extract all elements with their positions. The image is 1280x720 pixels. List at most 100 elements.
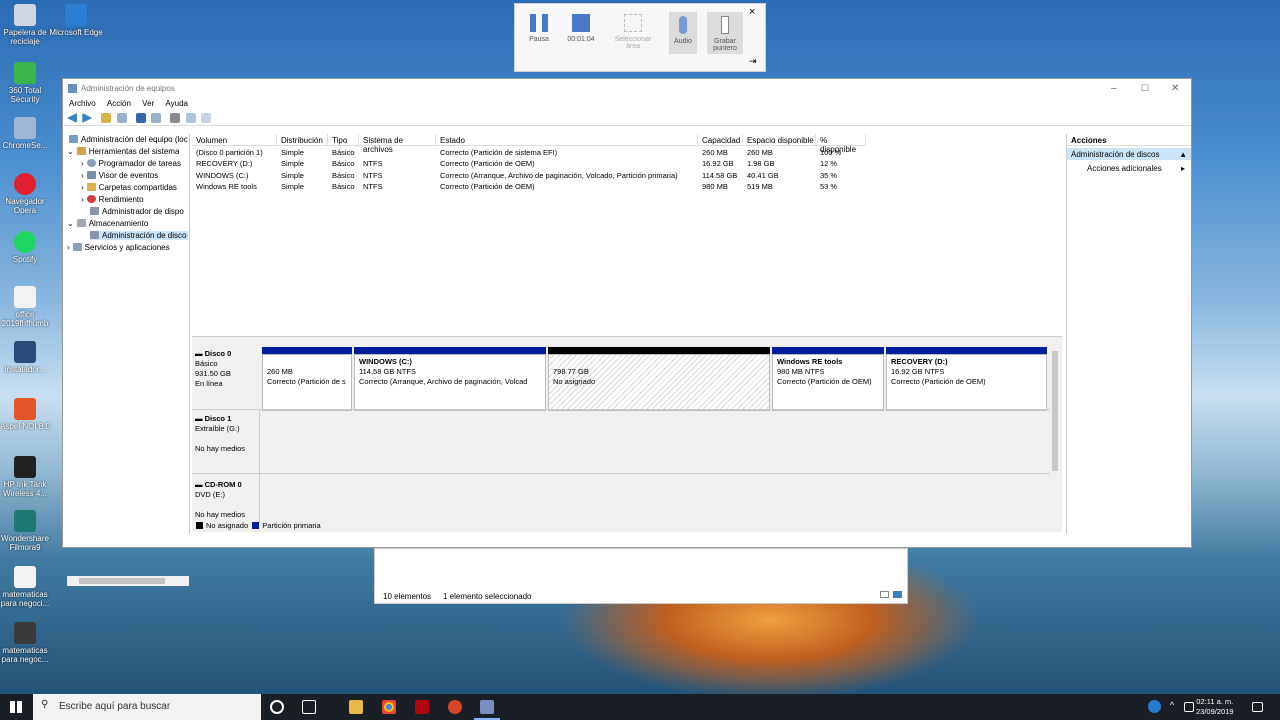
windows-start-icon[interactable] [10, 701, 22, 713]
tree-root[interactable]: Administración del equipo (loc [69, 135, 188, 144]
chevron-up-icon[interactable]: ^ [1170, 700, 1174, 710]
tiles-view-icon[interactable] [893, 591, 902, 598]
chevron-right-icon[interactable]: ▸ [1181, 164, 1185, 173]
record-pointer-toggle[interactable]: Grabar puntero [707, 12, 743, 54]
help-tray-icon[interactable] [1148, 700, 1161, 713]
pause-button[interactable]: Pausa [519, 14, 559, 43]
shortcut-icon[interactable]: matematicas para negoc... [0, 622, 56, 664]
forward-icon[interactable] [82, 113, 93, 123]
up-folder-icon[interactable] [101, 113, 112, 123]
maximize-icon[interactable]: ☐ [1141, 83, 1149, 94]
connect-icon[interactable] [170, 113, 181, 123]
chrome-setup-icon[interactable]: ChromeSe... [0, 117, 56, 150]
table-row[interactable]: Windows RE tools Simple Básico NTFS Correcto… [192, 182, 1062, 193]
details-view-icon[interactable] [880, 591, 889, 598]
col-espacio[interactable]: Espacio disponible [743, 134, 816, 146]
desktop-icon-label: Wondershare Filmora9 [1, 534, 49, 552]
partition-recovery[interactable]: RECOVERY (D:) 16.92 GB NTFS Correcto (Part… [886, 354, 1047, 411]
menu-ayuda[interactable]: Ayuda [165, 99, 188, 108]
back-icon[interactable] [67, 113, 77, 123]
filmora-icon[interactable]: Wondershare Filmora9 [0, 510, 56, 552]
file-icon[interactable]: matematicas para negoci... [0, 566, 56, 608]
col-distribucion[interactable]: Distribución [277, 134, 328, 146]
table-row[interactable]: RECOVERY (D:) Simple Básico NTFS Correcto (P… [192, 159, 1062, 170]
tree-services[interactable]: › Servicios y aplicaciones [67, 243, 170, 252]
tree-device-manager[interactable]: Administrador de dispo [90, 207, 184, 216]
chevron-right-icon[interactable]: › [81, 183, 84, 192]
col-sistema[interactable]: Sistema de archivos [359, 134, 436, 154]
scroll-thumb[interactable] [79, 578, 165, 584]
spotify-icon[interactable]: Spotify [0, 231, 56, 264]
properties-icon[interactable] [200, 113, 211, 123]
partition-efi[interactable]: 260 MB Correcto (Partición de s [262, 354, 352, 411]
expand-icon[interactable]: ⌄ [67, 219, 74, 228]
more-actions[interactable]: Acciones adicionales ▸ [1067, 162, 1191, 174]
check-icon[interactable] [185, 113, 196, 123]
select-area-button[interactable]: Seleccionar área [613, 14, 653, 50]
menu-ver[interactable]: Ver [142, 99, 154, 108]
unallocated-space[interactable]: 798.77 GB No asignado [548, 354, 770, 411]
chrome-icon[interactable] [382, 700, 396, 714]
cortana-icon[interactable] [270, 700, 284, 714]
edge-icon[interactable]: Microsoft Edge [45, 4, 107, 37]
partition-windows[interactable]: WINDOWS (C:) 114.58 GB NTFS Correcto (Arra… [354, 354, 546, 411]
search-box[interactable]: ⚲ Escribe aquí para buscar [33, 694, 261, 720]
close-icon[interactable]: × [749, 6, 755, 18]
chevron-right-icon[interactable]: › [67, 243, 70, 252]
chevron-right-icon[interactable]: › [81, 171, 84, 180]
menu-archivo[interactable]: Archivo [69, 99, 96, 108]
tree-event-viewer[interactable]: › Visor de eventos [81, 171, 158, 180]
hp-printer-icon[interactable]: HP Ink Tank Wireless 4... [0, 456, 56, 498]
disk-scrollbar[interactable] [1050, 339, 1060, 521]
col-estado[interactable]: Estado [436, 134, 698, 146]
console-tree-icon[interactable] [116, 113, 127, 123]
scroll-thumb[interactable] [1052, 351, 1058, 471]
tree-shared-folders[interactable]: › Carpetas compartidas [81, 183, 177, 192]
computer-management-taskbar-icon[interactable] [480, 700, 494, 714]
partition-re-tools[interactable]: Windows RE tools 980 MB NTFS Correcto (Par… [772, 354, 884, 411]
col-volumen[interactable]: Volumen [192, 134, 277, 146]
help-icon[interactable] [135, 113, 146, 123]
aspel-icon[interactable]: Aspel NOI 8.0 [0, 398, 56, 431]
stop-button[interactable]: 00:01:04 [561, 14, 601, 43]
network-icon[interactable] [1184, 702, 1194, 712]
360-security-icon[interactable]: 360 Total Security [0, 62, 56, 104]
table-row[interactable]: (Disco 0 partición 1) Simple Básico Correct… [192, 148, 1062, 159]
tree-task-scheduler[interactable]: › Programador de tareas [81, 159, 181, 168]
file-icon[interactable]: office 2019fhfhumb [0, 286, 56, 328]
menu-accion[interactable]: Acción [107, 99, 131, 108]
disk1-label[interactable]: ▬ Disco 1 Extraíble (G:) No hay medios [195, 414, 259, 454]
col-capacidad[interactable]: Capacidad [698, 134, 743, 146]
expand-icon[interactable]: ⌄ [67, 147, 74, 156]
col-porcentaje[interactable]: % disponible [816, 134, 866, 154]
notification-icon[interactable] [1252, 702, 1263, 712]
tree-performance[interactable]: › Rendimiento [81, 195, 144, 204]
audio-toggle[interactable]: Audio [669, 12, 697, 54]
powerpoint-icon[interactable] [448, 700, 462, 714]
tree-disk-management[interactable]: Administración de disco [90, 231, 188, 240]
disk0-label[interactable]: ▬ Disco 0 Básico 931.50 GB En línea [195, 349, 259, 389]
pin-icon[interactable]: ⇥ [749, 56, 757, 67]
tree-storage[interactable]: ⌄ Almacenamiento [67, 219, 148, 228]
table-cell: 1.98 GB [747, 159, 775, 169]
folder-icon [86, 183, 96, 191]
opera-icon[interactable]: Navegador Opera [0, 173, 56, 215]
cdrom-label[interactable]: ▬ CD-ROM 0 DVD (E:) No hay medios [195, 480, 259, 520]
chevron-right-icon[interactable]: › [81, 195, 84, 204]
file-explorer-icon[interactable] [349, 700, 363, 714]
show-hide-icon[interactable] [151, 113, 162, 123]
close-window-icon[interactable]: ✕ [1171, 83, 1179, 94]
minimize-icon[interactable]: – [1111, 83, 1117, 94]
table-row[interactable]: WINDOWS (C:) Simple Básico NTFS Correcto (Ar… [192, 171, 1062, 182]
collapse-icon[interactable]: ▲ [1179, 150, 1187, 159]
clock[interactable]: 02:11 a. m. 23/09/2019 [1196, 697, 1234, 717]
chevron-right-icon[interactable]: › [81, 159, 84, 168]
installer-icon[interactable]: Instalador... [0, 341, 56, 374]
tree-scrollbar[interactable] [67, 576, 189, 586]
col-tipo[interactable]: Tipo [328, 134, 359, 146]
tree-system-tools[interactable]: ⌄ Herramientas del sistema [67, 147, 179, 156]
netflix-icon[interactable] [415, 700, 429, 714]
app-icon [68, 84, 77, 93]
task-view-icon[interactable] [302, 700, 316, 714]
actions-section[interactable]: Administración de discos ▲ [1067, 148, 1191, 160]
